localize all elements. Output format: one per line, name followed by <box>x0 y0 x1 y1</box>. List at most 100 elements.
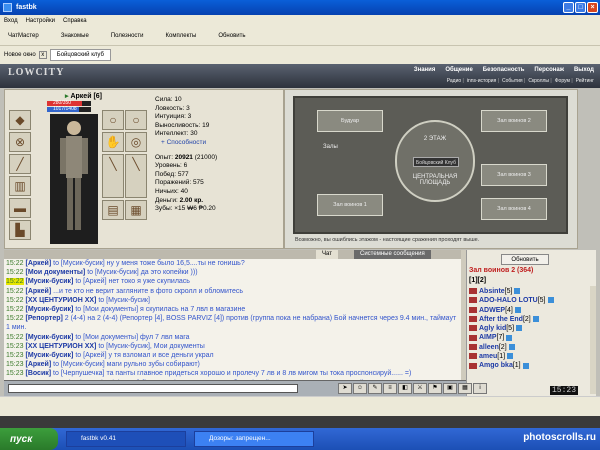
send-icon[interactable]: ➤ <box>338 383 352 394</box>
player-row[interactable]: ADO-HALO LOTU[5] <box>469 296 587 305</box>
nav-character[interactable]: Персонаж <box>534 67 564 73</box>
player-name[interactable]: alleen <box>479 344 499 351</box>
player-name[interactable]: ADO-HALO LOTU <box>479 297 538 304</box>
info-icon[interactable] <box>547 297 554 304</box>
player-row[interactable]: Absinte[5] <box>469 287 587 296</box>
menu-item-help[interactable]: Справка <box>63 18 87 24</box>
sword-slot-icon[interactable]: ╲ <box>125 154 147 198</box>
hall-warriors-1[interactable]: Зал воинов 1 <box>317 194 383 216</box>
map-icon[interactable]: ▦ <box>458 383 472 394</box>
taskbar-item-dozory[interactable]: Дозоры: запрещен... <box>194 431 314 447</box>
new-window-tab[interactable]: Новое окно <box>4 52 36 58</box>
hall-boudoir[interactable]: Будуар <box>317 110 383 132</box>
chat-time[interactable]: 15:22 <box>6 297 24 304</box>
info-icon[interactable] <box>522 362 529 369</box>
nav-communication[interactable]: Общение <box>445 67 472 73</box>
chat-nick[interactable]: [Репортер] <box>25 315 62 322</box>
chat-input[interactable] <box>8 384 298 393</box>
weapon-slot-icon[interactable]: ╱ <box>9 154 31 174</box>
info-icon[interactable] <box>507 353 514 360</box>
chat-time[interactable]: 15:23 <box>6 343 24 350</box>
chat-nick[interactable]: [Мусик-бусик] <box>25 352 73 359</box>
hall-warriors-4[interactable]: Зал воинов 4 <box>481 198 547 220</box>
subnav-scrolls[interactable]: Скроллы <box>528 78 551 84</box>
player-row[interactable]: AIMP[7] <box>469 333 587 342</box>
chat-time[interactable]: 15:22 <box>6 315 24 322</box>
info-icon[interactable] <box>508 343 515 350</box>
info-icon[interactable]: i <box>473 383 487 394</box>
private-icon[interactable]: ◧ <box>398 383 412 394</box>
player-name[interactable]: AIMP <box>479 334 497 341</box>
room-pages[interactable]: [1][2] <box>469 277 486 284</box>
gloves-slot-icon[interactable]: ✋ <box>102 132 124 152</box>
chat-time[interactable]: 15:23 <box>6 352 24 359</box>
necklace-slot-icon[interactable]: ⊗ <box>9 132 31 152</box>
ring-slot-icon[interactable]: ○ <box>102 110 124 130</box>
subnav-events[interactable]: События <box>502 78 525 84</box>
chat-nick[interactable]: [Мои документы] <box>25 269 85 276</box>
close-button[interactable]: × <box>587 2 598 13</box>
player-row[interactable]: ameu[1] <box>469 352 587 361</box>
nav-knowledge[interactable]: Знания <box>414 67 436 73</box>
helmet-slot-icon[interactable]: ◆ <box>9 110 31 130</box>
armor-slot-icon[interactable]: ▥ <box>9 176 31 196</box>
chat-nick[interactable]: [Аркей] <box>25 361 51 368</box>
nav-security[interactable]: Безопасность <box>483 67 525 73</box>
refresh-button[interactable]: Обновить <box>501 254 549 265</box>
character-avatar[interactable] <box>50 114 98 244</box>
menu-item-login[interactable]: Вход <box>4 18 18 24</box>
chat-time[interactable]: 15:23 <box>6 370 24 377</box>
info-icon[interactable] <box>514 306 521 313</box>
nav-exit[interactable]: Выход <box>574 67 594 73</box>
hall-rooms[interactable]: Залы <box>323 144 338 150</box>
player-row[interactable]: Agly kid[5] <box>469 324 587 333</box>
fight-club-button[interactable]: Бойцовский Клуб <box>413 157 459 167</box>
player-name[interactable]: ADWEP <box>479 307 505 314</box>
clear-icon[interactable]: ✎ <box>368 383 382 394</box>
character-name[interactable]: ▸ Аркей [6] <box>65 92 102 100</box>
chat-time[interactable]: 15:22 <box>6 269 24 276</box>
chat-nick[interactable]: [Мусик-бусик] <box>25 278 73 285</box>
bracer-slot-icon[interactable]: ◎ <box>125 132 147 152</box>
belt-slot-icon[interactable]: ▬ <box>9 198 31 218</box>
player-list-scrollbar[interactable] <box>590 286 596 394</box>
info-icon[interactable] <box>532 316 539 323</box>
chat-time[interactable]: 15:22 <box>6 288 24 295</box>
utilities-button[interactable]: Полезности <box>111 33 144 39</box>
subnav-forum[interactable]: Форум <box>555 78 573 84</box>
player-name[interactable]: After the End <box>479 316 523 323</box>
player-row[interactable]: alleen[2] <box>469 343 587 352</box>
menu-item-settings[interactable]: Настройки <box>26 18 55 24</box>
chat-time[interactable]: 15:22 <box>6 334 24 341</box>
chat-nick[interactable]: [Мусик-бусик] <box>25 334 73 341</box>
player-name[interactable]: Agly kid <box>479 325 506 332</box>
tab-chat[interactable]: Чат <box>316 250 338 259</box>
tab-system-messages[interactable]: Системные сообщения <box>354 250 431 259</box>
chat-nick[interactable]: [Аркей] <box>25 260 51 267</box>
chat-nick[interactable]: [ХХ ЦЕНТУРИОН ХХ] <box>25 343 96 350</box>
filter-icon[interactable]: ≡ <box>383 383 397 394</box>
chat-time[interactable]: 15:23 <box>6 361 24 368</box>
boots-slot-icon[interactable]: ▙ <box>9 220 31 240</box>
chatmaster-button[interactable]: ЧатМастер <box>8 33 39 39</box>
player-row[interactable]: Amgo bka[1] <box>469 361 587 370</box>
chat-nick[interactable]: [Восик] <box>25 370 51 377</box>
chat-time[interactable]: 15:22 <box>6 278 24 286</box>
friends-button[interactable]: Знакомые <box>61 33 89 39</box>
info-icon[interactable] <box>514 288 521 295</box>
flag-icon[interactable]: ⚑ <box>428 383 442 394</box>
player-name[interactable]: ameu <box>479 353 497 360</box>
tab-fight-club[interactable]: Бойцовский клуб <box>49 49 111 61</box>
taskbar-item-fastbk[interactable]: fastbk v0.41 <box>66 431 186 447</box>
info-icon[interactable] <box>506 334 513 341</box>
smile-icon[interactable]: ☺ <box>353 383 367 394</box>
maximize-button[interactable]: □ <box>575 2 586 13</box>
player-row[interactable]: After the End[2] <box>469 315 587 324</box>
subnav-radio[interactable]: Радио <box>447 78 464 84</box>
inventory-icon[interactable]: ▣ <box>443 383 457 394</box>
hall-warriors-2[interactable]: Зал воинов 2 <box>481 110 547 132</box>
subnav-rating[interactable]: Рейтинг <box>576 78 594 84</box>
close-tab-icon[interactable]: x <box>38 51 47 59</box>
minimize-button[interactable]: _ <box>563 2 574 13</box>
chat-nick[interactable]: [ХХ ЦЕНТУРИОН ХХ] <box>25 297 96 304</box>
